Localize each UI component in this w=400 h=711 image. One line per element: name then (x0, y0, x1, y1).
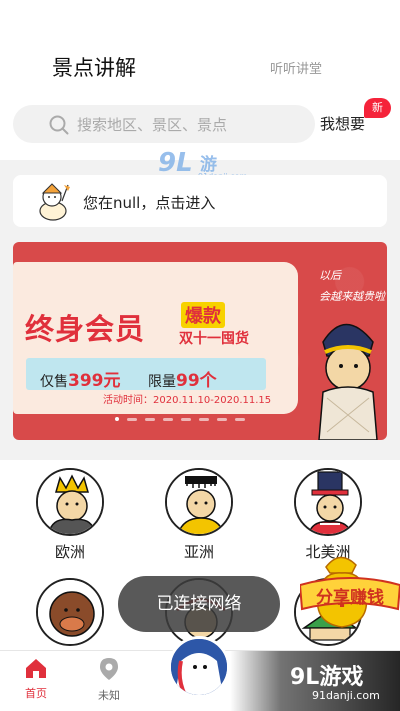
region-europe[interactable]: 欧洲 (30, 468, 110, 562)
center-play-button[interactable] (168, 636, 230, 698)
home-icon (26, 659, 46, 678)
mascot-icon (39, 183, 70, 221)
carousel-dot[interactable] (199, 417, 209, 421)
banner-right-line1: 以后 (319, 269, 341, 282)
price-text: 仅售399元 (40, 371, 121, 391)
nav-location[interactable]: 未知 (84, 657, 134, 703)
watermark-main: 9L游戏 (290, 665, 364, 690)
location-text: 您在null，点击进入 (83, 194, 216, 212)
carousel-dot[interactable] (235, 417, 245, 421)
new-badge: 新 (364, 98, 391, 118)
money-bag-icon: ¥ 分享赚钱 (298, 556, 400, 628)
carousel-dot[interactable] (181, 417, 191, 421)
location-pin-icon (100, 658, 118, 680)
watermark-bottom: 9L游戏 91danji.com (230, 651, 400, 711)
top-panel: 景点讲解 听听讲堂 搜索地区、景区、景点 我想要 新 (0, 0, 400, 160)
europe-avatar-icon (36, 468, 104, 536)
share-earn-button[interactable]: ¥ 分享赚钱 (298, 545, 400, 645)
region-label: 欧洲 (54, 543, 85, 561)
carousel-dot[interactable] (145, 417, 155, 421)
tab-scenic-guide-label: 景点讲解 (52, 56, 136, 80)
search-placeholder: 搜索地区、景区、景点 (77, 116, 228, 134)
promo-sale-text: 双十一囤货 (179, 331, 249, 347)
promo-hot-tag: 爆款 (181, 302, 225, 328)
watermark-top: 9L 游戏 91danji.com (158, 148, 247, 200)
share-label: 分享赚钱 (316, 587, 384, 608)
carousel-dot[interactable] (217, 417, 227, 421)
tab-lecture-hall[interactable]: 听听讲堂 (270, 58, 322, 77)
region-asia[interactable]: 亚洲 (159, 468, 239, 562)
carousel-dots[interactable] (115, 417, 245, 421)
watermark-sub: 91danji.com (312, 689, 380, 702)
region-africa[interactable] (30, 578, 110, 646)
network-toast: 已连接网络 (118, 576, 280, 632)
asia-avatar-icon (165, 468, 233, 536)
location-bar[interactable]: 您在null，点击进入 (13, 175, 387, 227)
promo-date: 活动时间：2020.11.10-2020.11.15 (103, 395, 272, 406)
nav-home[interactable]: 首页 (11, 657, 61, 701)
north-america-avatar-icon (294, 468, 362, 536)
character-icon (171, 639, 227, 695)
limit-text: 限量99个 (148, 371, 217, 391)
watermark-top-logo: 9L (158, 148, 193, 178)
carousel-dot[interactable] (163, 417, 173, 421)
banner-right-line2: 会越来越贵啦 (319, 290, 385, 303)
promo-headline: 终身会员 (25, 312, 146, 346)
price-band: 仅售399元 限量99个 (26, 358, 266, 391)
nav-home-label: 首页 (25, 687, 47, 700)
nav-location-label: 未知 (98, 689, 120, 702)
promo-banner[interactable]: 终身会员 爆款 双十一囤货 仅售399元 限量99个 活动时间：2020.11.… (13, 242, 387, 440)
want-button[interactable]: 我想要 (320, 113, 365, 134)
search-input[interactable]: 搜索地区、景区、景点 (13, 105, 315, 143)
africa-avatar-icon (36, 578, 104, 646)
search-icon (49, 115, 69, 135)
carousel-dot[interactable] (115, 417, 119, 421)
tab-scenic-guide[interactable]: 景点讲解 (52, 52, 148, 82)
pharaoh-mascot-icon (318, 323, 378, 440)
region-label: 亚洲 (183, 543, 214, 561)
carousel-dot[interactable] (127, 417, 137, 421)
